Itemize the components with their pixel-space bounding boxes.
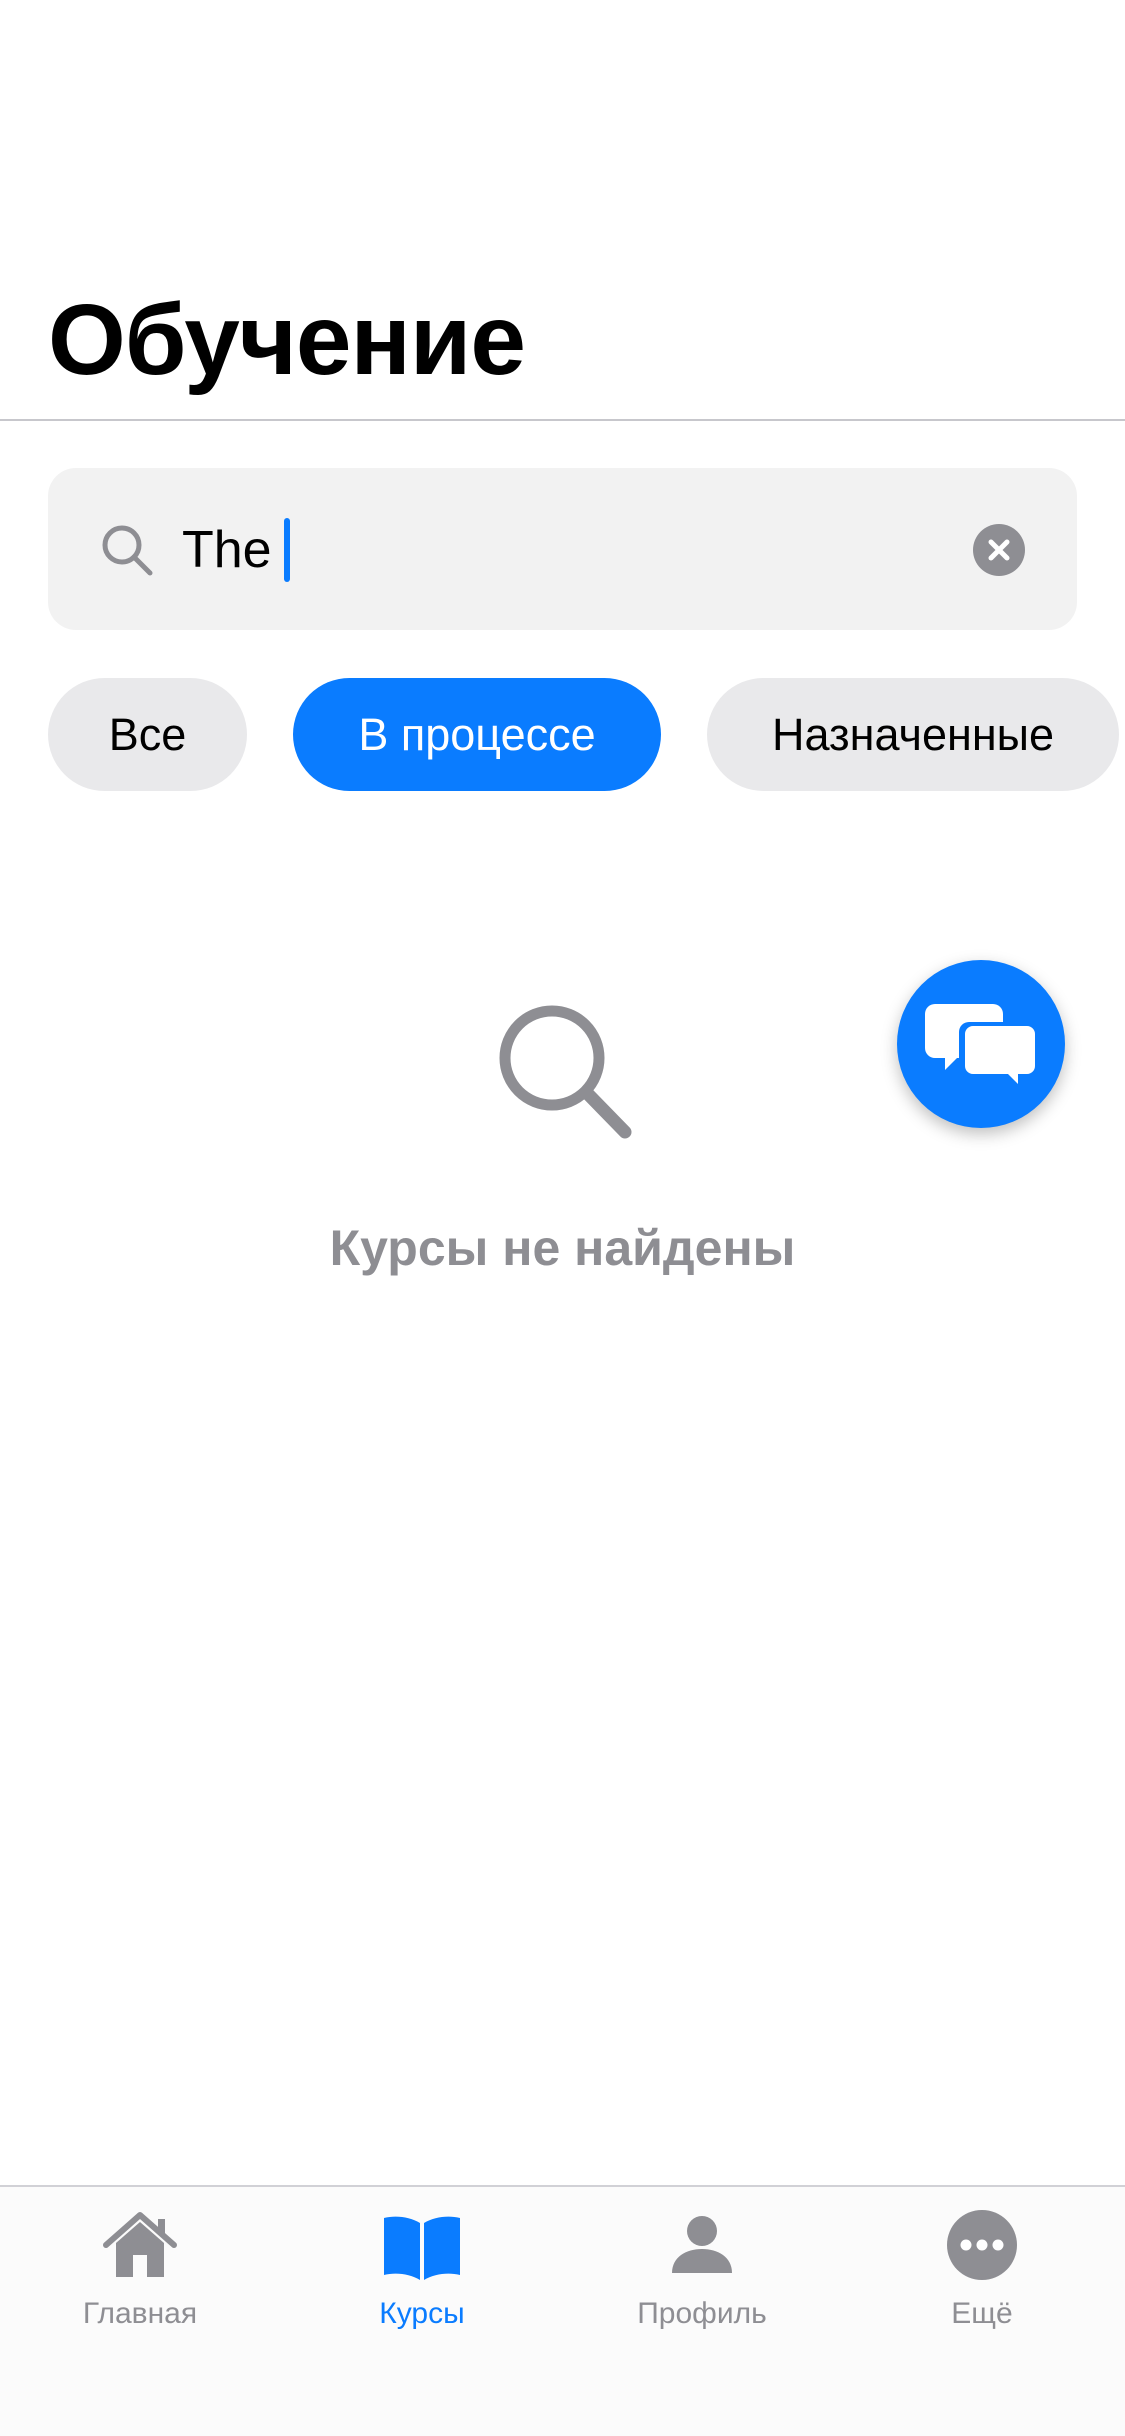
search-input-value: The bbox=[182, 521, 272, 579]
filter-chip-all[interactable]: Все bbox=[48, 678, 247, 791]
tab-profile[interactable]: Профиль bbox=[582, 2207, 822, 2347]
tab-label: Ещё bbox=[951, 2297, 1013, 2330]
tab-bar: Главная Курсы Профиль Ещё bbox=[0, 2185, 1125, 2436]
more-icon bbox=[942, 2207, 1022, 2287]
empty-state-message: Курсы не найдены bbox=[329, 1220, 796, 1276]
page-title: Обучение bbox=[48, 284, 526, 396]
search-icon bbox=[100, 523, 154, 577]
filter-chip-label: Назначенные bbox=[771, 708, 1055, 760]
filter-chip-assigned[interactable]: Назначенные bbox=[707, 678, 1119, 791]
clear-circle-icon bbox=[988, 539, 1010, 561]
filter-chip-label: Все bbox=[108, 708, 187, 760]
search-bar[interactable]: The bbox=[48, 468, 1077, 630]
text-caret bbox=[283, 518, 290, 582]
title-divider bbox=[0, 419, 1125, 421]
tab-courses[interactable]: Курсы bbox=[302, 2207, 542, 2347]
home-indicator bbox=[412, 2402, 712, 2412]
person-icon bbox=[662, 2207, 742, 2287]
clear-search-button[interactable] bbox=[973, 524, 1025, 576]
tab-home[interactable]: Главная bbox=[20, 2207, 260, 2347]
chat-bubbles-icon bbox=[925, 1004, 1039, 1092]
app-screen: Обучение The Все В процессе Назначенные bbox=[0, 0, 1125, 2436]
tab-more[interactable]: Ещё bbox=[862, 2207, 1102, 2347]
tab-label: Профиль bbox=[637, 2297, 767, 2330]
search-input[interactable]: The bbox=[182, 518, 290, 582]
home-icon bbox=[100, 2207, 180, 2287]
tab-label: Курсы bbox=[379, 2297, 465, 2330]
tab-bar-divider bbox=[0, 2185, 1125, 2187]
magnifier-icon bbox=[488, 1000, 638, 1150]
filter-chip-label: В процессе bbox=[358, 708, 596, 760]
chat-button[interactable] bbox=[897, 960, 1065, 1128]
tab-label: Главная bbox=[82, 2297, 198, 2330]
filter-chip-in-progress[interactable]: В процессе bbox=[293, 678, 661, 791]
book-icon bbox=[382, 2207, 462, 2287]
